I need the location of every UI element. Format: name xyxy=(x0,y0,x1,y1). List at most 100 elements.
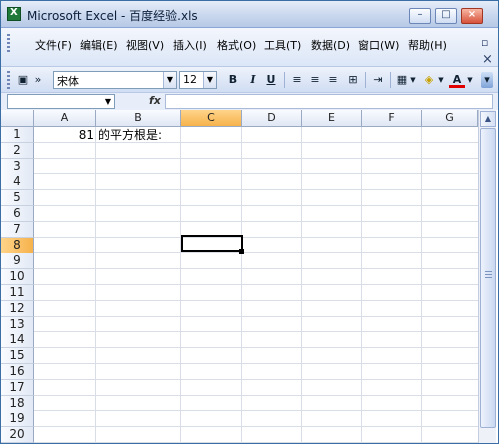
row-header-4[interactable]: 4 xyxy=(1,174,34,191)
fill-color-icon[interactable]: ◈ xyxy=(421,72,437,88)
row-gridline xyxy=(34,315,478,317)
menu-format[interactable]: 格式(O) xyxy=(217,37,256,53)
column-header-d[interactable]: D xyxy=(242,110,302,127)
row-header-5[interactable]: 5 xyxy=(1,190,34,207)
row-header-16[interactable]: 16 xyxy=(1,364,34,380)
chevron-down-icon[interactable]: ▼ xyxy=(102,95,114,108)
fill-handle[interactable] xyxy=(239,249,244,254)
menu-help[interactable]: 帮助(H) xyxy=(408,37,447,53)
align-center-icon[interactable]: ≡ xyxy=(307,72,323,88)
chevron-down-icon[interactable]: ▼ xyxy=(437,72,445,88)
row-gridline xyxy=(34,157,478,159)
excel-app-icon[interactable] xyxy=(7,7,21,21)
scroll-up-icon[interactable]: ▲ xyxy=(480,111,496,127)
minimize-icon: – xyxy=(417,9,423,20)
menu-bar: 文件(F) 编辑(E) 视图(V) 插入(I) 格式(O) 工具(T) 数据(D… xyxy=(1,28,498,67)
column-header-f[interactable]: F xyxy=(362,110,422,127)
excel-window: Microsoft Excel - 百度经验.xls – □ × 文件(F) 编… xyxy=(0,0,499,444)
row-header-20[interactable]: 20 xyxy=(1,427,34,443)
chevron-down-icon[interactable]: ▼ xyxy=(203,72,216,88)
indent-icon[interactable]: ⇥ xyxy=(370,72,386,88)
column-gridline xyxy=(241,127,242,443)
chevron-down-icon[interactable]: ▼ xyxy=(466,72,474,88)
menu-data[interactable]: 数据(D) xyxy=(311,37,350,53)
scroll-thumb[interactable] xyxy=(480,128,496,428)
maximize-button[interactable]: □ xyxy=(435,8,457,24)
column-header-b[interactable]: B xyxy=(96,110,181,127)
row-header-9[interactable]: 9 xyxy=(1,253,34,270)
row-gridline xyxy=(34,268,478,270)
row-gridline xyxy=(34,394,478,396)
vertical-scrollbar[interactable]: ▲ xyxy=(478,110,496,443)
column-gridline xyxy=(361,127,362,443)
row-header-15[interactable]: 15 xyxy=(1,348,34,365)
column-header-a[interactable]: A xyxy=(34,110,96,127)
column-header-g[interactable]: G xyxy=(422,110,478,127)
function-icon[interactable]: fx xyxy=(149,94,161,107)
workbook-close-icon[interactable]: × xyxy=(482,52,493,67)
row-header-6[interactable]: 6 xyxy=(1,206,34,222)
menu-insert[interactable]: 插入(I) xyxy=(173,37,207,53)
menu-view[interactable]: 视图(V) xyxy=(126,37,164,53)
align-left-icon[interactable]: ≡ xyxy=(289,72,305,88)
save-icon[interactable]: ▣ xyxy=(15,72,31,88)
window-title: Microsoft Excel - 百度经验.xls xyxy=(27,9,198,23)
menu-tools[interactable]: 工具(T) xyxy=(264,37,301,53)
menu-file[interactable]: 文件(F) xyxy=(35,37,72,53)
merge-center-icon[interactable]: ⊞ xyxy=(345,72,361,88)
worksheet-grid[interactable]: A B C D E F G 1 2 3 4 5 6 7 8 9 10 11 12 13 14 15 16 17 1… xyxy=(1,110,498,443)
row-header-2[interactable]: 2 xyxy=(1,142,34,159)
menu-grip-icon[interactable] xyxy=(7,34,10,54)
column-header-e[interactable]: E xyxy=(302,110,362,127)
formatting-toolbar: ▣ » 宋体 ▼ 12 ▼ B I U ≡ ≡ ≡ ⊞ ⇥ ▦ ▼ ◈ ▼ A … xyxy=(1,66,498,93)
row-header-19[interactable]: 19 xyxy=(1,411,34,428)
toolbar-grip-icon[interactable] xyxy=(7,71,10,89)
column-header-c[interactable]: C xyxy=(181,110,242,127)
toolbar-options-icon[interactable]: ▾ xyxy=(481,72,493,88)
row-header-13[interactable]: 13 xyxy=(1,316,34,333)
formula-input[interactable] xyxy=(165,94,493,109)
column-gridline xyxy=(180,127,181,443)
font-name-combo[interactable]: 宋体 ▼ xyxy=(53,71,177,89)
row-header-17[interactable]: 17 xyxy=(1,379,34,396)
select-all-corner[interactable] xyxy=(1,110,34,127)
toolbar-separator xyxy=(284,72,285,88)
bold-button[interactable]: B xyxy=(225,72,241,88)
cell-b1[interactable]: 的平方根是: xyxy=(98,128,162,143)
chevron-down-icon[interactable]: ▼ xyxy=(163,72,176,88)
italic-button[interactable]: I xyxy=(245,72,261,88)
menu-edit[interactable]: 编辑(E) xyxy=(80,37,118,53)
row-header-11[interactable]: 11 xyxy=(1,285,34,301)
menu-window[interactable]: 窗口(W) xyxy=(358,37,399,53)
font-color-icon[interactable]: A xyxy=(449,72,465,88)
row-gridline xyxy=(34,205,478,206)
row-header-3[interactable]: 3 xyxy=(1,158,34,175)
toolbar-options-icon[interactable]: » xyxy=(33,72,43,88)
row-header-12[interactable]: 12 xyxy=(1,300,34,317)
formula-bar: ▼ fx xyxy=(1,92,498,110)
row-header-8[interactable]: 8 xyxy=(1,237,34,254)
cell-a1[interactable]: 81 xyxy=(34,128,94,143)
row-gridline xyxy=(34,252,478,254)
workbook-restore-icon[interactable]: ▫ xyxy=(481,36,488,49)
align-right-icon[interactable]: ≡ xyxy=(325,72,341,88)
title-bar: Microsoft Excel - 百度经验.xls – □ × xyxy=(1,1,498,28)
row-gridline xyxy=(34,410,478,412)
row-gridline xyxy=(34,378,478,380)
row-header-14[interactable]: 14 xyxy=(1,332,34,349)
minimize-button[interactable]: – xyxy=(409,8,431,24)
name-box[interactable]: ▼ xyxy=(7,94,115,109)
borders-icon[interactable]: ▦ xyxy=(394,72,410,88)
font-size-combo[interactable]: 12 ▼ xyxy=(179,71,217,89)
chevron-down-icon[interactable]: ▼ xyxy=(409,72,417,88)
row-header-10[interactable]: 10 xyxy=(1,269,34,286)
row-gridline xyxy=(34,347,478,349)
row-gridline xyxy=(34,442,478,443)
underline-button[interactable]: U xyxy=(263,72,279,88)
row-header-1[interactable]: 1 xyxy=(1,127,34,143)
row-gridline xyxy=(34,426,478,428)
row-header-18[interactable]: 18 xyxy=(1,395,34,412)
row-header-7[interactable]: 7 xyxy=(1,221,34,238)
close-button[interactable]: × xyxy=(461,8,483,24)
active-cell-c8[interactable] xyxy=(181,235,243,252)
